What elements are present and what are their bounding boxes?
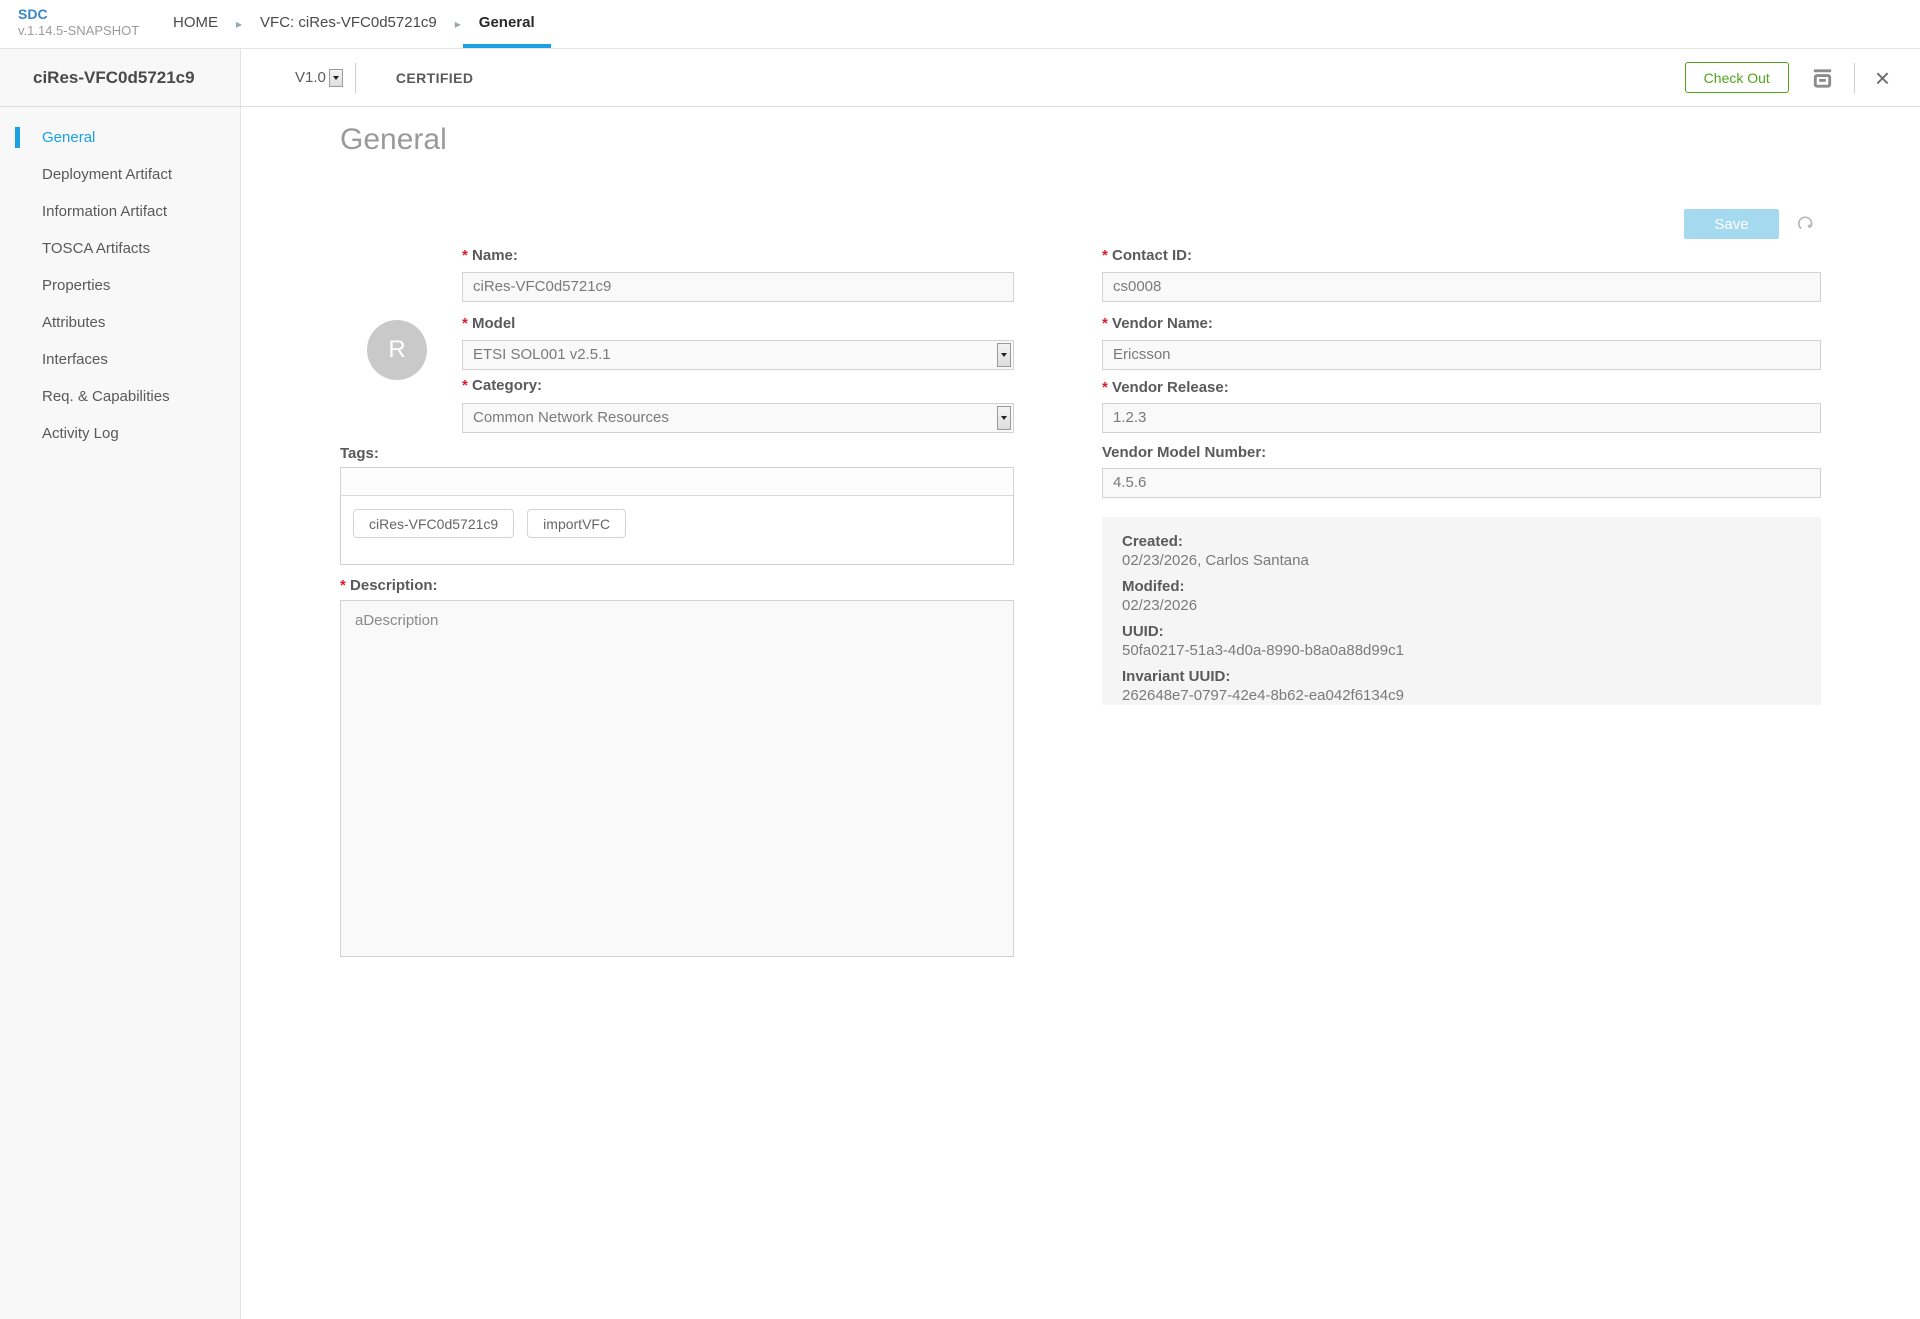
sidebar-item-properties[interactable]: Properties <box>0 267 240 304</box>
sidebar-item-general[interactable]: General <box>0 119 240 156</box>
breadcrumb-arrow-icon: ▸ <box>453 0 463 48</box>
avatar: R <box>367 320 427 380</box>
chevron-down-icon <box>329 69 343 87</box>
uuid-value: 50fa0217-51a3-4d0a-8990-b8a0a88d99c1 <box>1122 641 1801 660</box>
tags-box: ciRes-VFC0d5721c9 importVFC <box>340 467 1014 565</box>
tags-label: Tags: <box>340 445 379 462</box>
name-label: Name: <box>462 247 518 264</box>
asset-header-main: V1.0 CERTIFIED Check Out × <box>241 49 1920 106</box>
divider <box>355 63 356 93</box>
chevron-down-icon <box>997 406 1011 430</box>
name-input[interactable]: ciRes-VFC0d5721c9 <box>462 272 1014 302</box>
uuid-label: UUID: <box>1122 622 1801 641</box>
vendor-name-label: Vendor Name: <box>1102 315 1213 332</box>
description-label: Description: <box>340 577 438 594</box>
category-select-value: Common Network Resources <box>473 404 669 432</box>
save-button[interactable]: Save <box>1684 209 1779 239</box>
created-value: 02/23/2026, Carlos Santana <box>1122 551 1801 570</box>
description-textarea[interactable]: aDescription <box>340 600 1014 957</box>
close-icon[interactable]: × <box>1875 68 1890 88</box>
vendor-release-label: Vendor Release: <box>1102 379 1229 396</box>
sidebar: General Deployment Artifact Information … <box>0 107 241 1319</box>
created-label: Created: <box>1122 532 1801 551</box>
model-select[interactable]: ETSI SOL001 v2.5.1 <box>462 340 1014 370</box>
page-title: General <box>340 123 447 157</box>
sidebar-item-tosca-artifacts[interactable]: TOSCA Artifacts <box>0 230 240 267</box>
breadcrumb-vfc[interactable]: VFC: ciRes-VFC0d5721c9 <box>244 0 453 48</box>
print-icon[interactable] <box>1811 67 1834 89</box>
asset-header-left: ciRes-VFC0d5721c9 <box>0 49 241 106</box>
top-bar: SDC v.1.14.5-SNAPSHOT HOME ▸ VFC: ciRes-… <box>0 0 1920 49</box>
sidebar-item-information-artifact[interactable]: Information Artifact <box>0 193 240 230</box>
general-panel: General Save R Name: ciRes-VFC0d5721c9 M… <box>241 107 1920 1319</box>
vendor-release-input[interactable]: 1.2.3 <box>1102 403 1821 433</box>
model-label: Model <box>462 315 515 332</box>
invariant-uuid-label: Invariant UUID: <box>1122 667 1801 686</box>
chevron-down-icon <box>997 343 1011 367</box>
vendor-model-number-label: Vendor Model Number: <box>1102 444 1266 461</box>
vendor-model-number-input[interactable]: 4.5.6 <box>1102 468 1821 498</box>
app-logo: SDC v.1.14.5-SNAPSHOT <box>0 0 140 48</box>
version-select[interactable]: V1.0 <box>295 69 343 87</box>
asset-header: ciRes-VFC0d5721c9 V1.0 CERTIFIED Check O… <box>0 49 1920 107</box>
modified-label: Modifed: <box>1122 577 1801 596</box>
sidebar-item-attributes[interactable]: Attributes <box>0 304 240 341</box>
lifecycle-state-badge: CERTIFIED <box>396 70 474 86</box>
sidebar-item-interfaces[interactable]: Interfaces <box>0 341 240 378</box>
sdc-app: SDC v.1.14.5-SNAPSHOT HOME ▸ VFC: ciRes-… <box>0 0 1920 1319</box>
check-out-button[interactable]: Check Out <box>1685 62 1789 93</box>
sidebar-item-req-capabilities[interactable]: Req. & Capabilities <box>0 378 240 415</box>
vendor-name-input[interactable]: Ericsson <box>1102 340 1821 370</box>
breadcrumb-home[interactable]: HOME <box>157 0 234 48</box>
tags-chips: ciRes-VFC0d5721c9 importVFC <box>341 496 1013 551</box>
invariant-uuid-value: 262648e7-0797-42e4-8b62-ea042f6134c9 <box>1122 686 1801 705</box>
tag-chip[interactable]: importVFC <box>527 509 626 538</box>
app-version: v.1.14.5-SNAPSHOT <box>18 23 140 38</box>
contact-id-input[interactable]: cs0008 <box>1102 272 1821 302</box>
contact-id-label: Contact ID: <box>1102 247 1192 264</box>
revert-icon[interactable] <box>1796 214 1816 234</box>
tags-input[interactable] <box>341 468 1013 496</box>
breadcrumb-general-active[interactable]: General <box>463 0 551 48</box>
app-name: SDC <box>18 6 140 23</box>
modified-value: 02/23/2026 <box>1122 596 1801 615</box>
metadata-box: Created: 02/23/2026, Carlos Santana Modi… <box>1102 517 1821 705</box>
category-label: Category: <box>462 377 542 394</box>
asset-title: ciRes-VFC0d5721c9 <box>33 68 195 88</box>
divider <box>1854 63 1855 93</box>
breadcrumb-arrow-icon: ▸ <box>234 0 244 48</box>
model-select-value: ETSI SOL001 v2.5.1 <box>473 341 611 369</box>
breadcrumb: HOME ▸ VFC: ciRes-VFC0d5721c9 ▸ General <box>157 0 551 48</box>
tag-chip[interactable]: ciRes-VFC0d5721c9 <box>353 509 514 538</box>
header-actions: Check Out × <box>1685 62 1890 93</box>
sidebar-item-deployment-artifact[interactable]: Deployment Artifact <box>0 156 240 193</box>
sidebar-item-activity-log[interactable]: Activity Log <box>0 415 240 452</box>
save-row: Save <box>1684 209 1816 239</box>
version-select-value: V1.0 <box>295 69 326 86</box>
category-select[interactable]: Common Network Resources <box>462 403 1014 433</box>
